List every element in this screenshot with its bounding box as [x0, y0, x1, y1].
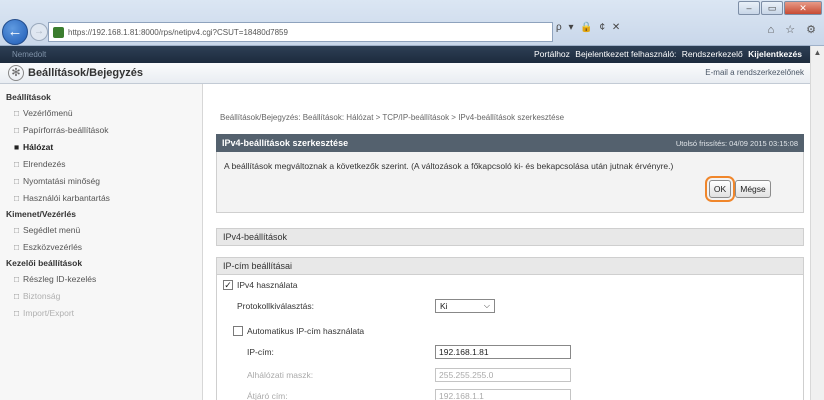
bullet-icon: □	[14, 159, 20, 169]
sidebar-group-output[interactable]: Kimenet/Vezérlés	[0, 207, 202, 222]
chevron-down-icon: ⌵	[483, 301, 490, 310]
url-text: https://192.168.1.81:8000/rps/netipv4.cg…	[68, 27, 288, 37]
gateway-label: Átjáró cím:	[247, 391, 288, 400]
bullet-icon: □	[14, 225, 20, 235]
bullet-icon: ■	[14, 142, 20, 152]
sidebar-item-print-quality[interactable]: □ Nyomtatási minőség	[0, 173, 202, 190]
gateway-input[interactable]: 192.168.1.1	[435, 389, 571, 400]
last-update-timestamp: Utolsó frissítés: 04/09 2015 03:15:08	[675, 139, 798, 148]
sidebar-item-paper-source[interactable]: □ Papírforrás-beállítások	[0, 122, 202, 139]
site-favicon-icon	[53, 26, 64, 38]
sidebar: Beállítások □ Vezérlőmenü □ Papírforrás-be…	[0, 84, 203, 400]
bullet-icon: □	[14, 242, 20, 252]
auto-ip-label: Automatikus IP-cím használata	[247, 326, 365, 336]
bullet-icon: □	[14, 308, 20, 318]
bullet-icon: □	[14, 108, 20, 118]
sidebar-item-control-menu[interactable]: □ Vezérlőmenü	[0, 105, 202, 122]
nav-buttons: ← →	[2, 19, 48, 45]
bullet-icon: □	[14, 193, 20, 203]
auto-ip-checkbox[interactable]	[233, 326, 243, 336]
use-ipv4-label: IPv4 használata	[237, 280, 298, 290]
sidebar-item-layout[interactable]: □ Elrendezés	[0, 156, 202, 173]
close-button[interactable]: ✕	[784, 1, 822, 15]
bullet-icon: □	[14, 176, 20, 186]
subnet-mask-label: Alhálózati maszk:	[247, 370, 314, 380]
current-user: Rendszerkezelő	[681, 49, 743, 59]
forward-button[interactable]: →	[30, 23, 48, 41]
sidebar-group-settings[interactable]: Beállítások	[0, 90, 202, 105]
breadcrumb: Beállítások/Bejegyzés: Beállítások: Háló…	[220, 113, 565, 122]
top-banner: Nemedolt Portálhoz Bejelentkezett felhas…	[0, 46, 810, 63]
bullet-icon: □	[14, 125, 20, 135]
logout-link[interactable]: Kijelentkezés	[748, 49, 802, 59]
ip-address-label: IP-cím:	[247, 347, 274, 357]
main-content: Beállítások/Bejegyzés: Beállítások: Háló…	[203, 84, 810, 400]
page-title: Beállítások/Bejegyzés	[28, 67, 143, 79]
address-bar-controls[interactable]: ρ ▾ 🔒 ¢ ✕	[556, 22, 622, 33]
section-ipv4-settings: IPv4-beállítások	[216, 228, 804, 246]
sidebar-item-network[interactable]: ■ Hálózat	[0, 139, 202, 156]
sidebar-item-security[interactable]: □ Biztonság	[0, 288, 202, 305]
bullet-icon: □	[14, 274, 20, 284]
sidebar-item-user-maintenance[interactable]: □ Használói karbantartás	[0, 190, 202, 207]
banner-links: Portálhoz Bejelentkezett felhasználó: Re…	[531, 49, 802, 59]
vertical-scrollbar[interactable]: ▲	[810, 46, 824, 400]
maximize-button[interactable]: ▭	[761, 1, 783, 15]
ip-settings-form: ✓ IPv4 használata Protokollkiválasztás: …	[216, 275, 804, 400]
protocol-label: Protokollkiválasztás:	[237, 301, 315, 311]
confirmation-message: A beállítások megváltoznak a következők …	[224, 161, 674, 171]
logged-in-label: Bejelentkezett felhasználó:	[575, 49, 677, 59]
section-ip-address-settings: IP-cím beállításai	[216, 257, 804, 275]
settings-logo-icon: ✻	[8, 65, 24, 81]
use-ipv4-checkbox[interactable]: ✓	[223, 280, 233, 290]
protocol-select[interactable]: Ki ⌵	[435, 299, 495, 313]
edit-panel-body: A beállítások megváltoznak a következők …	[216, 152, 804, 213]
browser-toolbar-icons[interactable]: ⌂ ☆ ⚙	[768, 23, 820, 36]
ok-button[interactable]: OK	[709, 180, 731, 198]
scroll-up-icon[interactable]: ▲	[811, 48, 824, 57]
page-header: ✻ Beállítások/Bejegyzés E-mail a rendsze…	[0, 63, 810, 84]
window-controls: – ▭ ✕	[738, 1, 822, 15]
section-title: IP-cím beállításai	[223, 261, 293, 271]
ip-address-input[interactable]: 192.168.1.81	[435, 345, 571, 359]
sidebar-item-import-export[interactable]: □ Import/Export	[0, 305, 202, 322]
panel-title: IPv4-beállítások szerkesztése	[222, 138, 349, 148]
sidebar-item-device-control[interactable]: □ Eszközvezérlés	[0, 239, 202, 256]
section-title: IPv4-beállítások	[223, 232, 288, 242]
sidebar-item-utility-menu[interactable]: □ Segédlet menü	[0, 222, 202, 239]
subnet-mask-input[interactable]: 255.255.255.0	[435, 368, 571, 382]
sidebar-item-department-id[interactable]: □ Részleg ID-kezelés	[0, 271, 202, 288]
edit-panel-header: IPv4-beállítások szerkesztése Utolsó fri…	[216, 134, 804, 152]
browser-chrome: – ▭ ✕ ← → https://192.168.1.81:8000/rps/…	[0, 0, 824, 46]
device-name: Nemedolt	[12, 50, 47, 59]
portal-link[interactable]: Portálhoz	[534, 49, 570, 59]
bullet-icon: □	[14, 291, 20, 301]
minimize-button[interactable]: –	[738, 1, 760, 15]
cancel-button[interactable]: Mégse	[735, 180, 771, 198]
sidebar-group-admin[interactable]: Kezelői beállítások	[0, 256, 202, 271]
protocol-value: Ki	[440, 301, 448, 311]
address-bar[interactable]: https://192.168.1.81:8000/rps/netipv4.cg…	[48, 22, 553, 42]
back-button[interactable]: ←	[2, 19, 28, 45]
mail-admin-link[interactable]: E-mail a rendszerkezelőnek	[705, 68, 804, 77]
